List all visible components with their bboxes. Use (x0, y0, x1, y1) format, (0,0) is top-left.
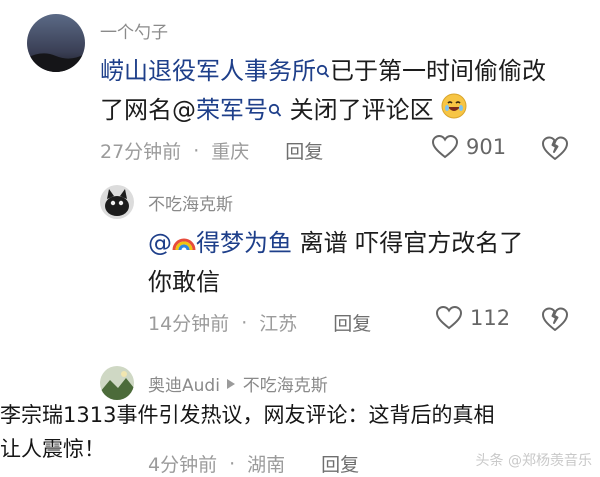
avatar-landscape-icon (100, 366, 134, 400)
avatar-comment2[interactable] (100, 185, 134, 219)
comment3-author-row: 奥迪Audi 不吃海克斯 (148, 371, 328, 396)
search-icon (316, 53, 330, 91)
comment2-like-button[interactable]: 112 (436, 306, 510, 330)
mention-at[interactable]: @ (148, 229, 172, 257)
comment1-dislike-button[interactable] (541, 135, 569, 165)
search-icon (268, 92, 282, 130)
avatar-cat-icon (100, 185, 134, 219)
avatar-night-sky-icon (27, 14, 85, 72)
comment2-text: @ 得梦为鱼 离谱 吓得官方改名了 你敢信 (148, 224, 588, 301)
comment3-author[interactable]: 奥迪Audi (148, 376, 220, 396)
comment2-line1: 离谱 吓得官方改名了 (299, 229, 524, 257)
meta-separator: · (193, 139, 200, 162)
heart-icon (436, 306, 462, 330)
comment1-reply-button[interactable]: 回复 (285, 137, 323, 164)
broken-heart-icon (542, 136, 568, 160)
laugh-emoji-icon (441, 92, 467, 130)
comment2-reply-button[interactable]: 回复 (333, 309, 371, 336)
comment2-meta: 14分钟前 · 江苏 回复 (148, 309, 371, 336)
comment2-like-count: 112 (470, 306, 511, 330)
comment1-meta: 27分钟前 · 重庆 回复 (100, 137, 323, 164)
avatar-comment1[interactable] (27, 14, 85, 72)
watermark: 头条 @郑杨羡音乐 (475, 453, 592, 469)
comment2-line2: 你敢信 (148, 268, 220, 296)
broken-heart-icon (542, 307, 568, 331)
comment1-line2-end: 关闭了评论区 (289, 96, 434, 124)
reply-arrow-icon (225, 376, 237, 396)
comment1-like-count: 901 (466, 135, 507, 159)
comment2-time: 14分钟前 (148, 313, 230, 335)
caption-line1: 李宗瑞1313事件引发热议，网友评论：这背后的真相 (0, 403, 495, 427)
comment3-reply-to[interactable]: 不吃海克斯 (243, 376, 328, 396)
meta-separator: · (241, 311, 248, 334)
comment1-like-button[interactable]: 901 (432, 135, 506, 159)
mention-name[interactable]: 得梦为鱼 (196, 229, 292, 257)
mention-link[interactable]: 崂山退役军人事务所 (100, 57, 316, 85)
comment1-location: 重庆 (211, 141, 250, 163)
mention-link-2[interactable]: 荣军号 (196, 96, 268, 124)
comment1-text: 崂山退役军人事务所 已于第一时间偷偷改 了网名@荣军号 关闭了评论区 (100, 52, 580, 130)
comment1-line2-start: 了网名@ (100, 96, 196, 124)
comment2-dislike-button[interactable] (541, 306, 569, 336)
comment1-author[interactable]: 一个勺子 (100, 18, 168, 43)
comment2-location: 江苏 (259, 313, 298, 335)
rainbow-icon (172, 225, 196, 263)
comment1-time: 27分钟前 (100, 141, 182, 163)
comment1-line1-rest: 已于第一时间偷偷改 (330, 57, 546, 85)
heart-icon (432, 135, 458, 159)
comment2-author[interactable]: 不吃海克斯 (148, 190, 233, 215)
avatar-comment3[interactable] (100, 366, 134, 400)
